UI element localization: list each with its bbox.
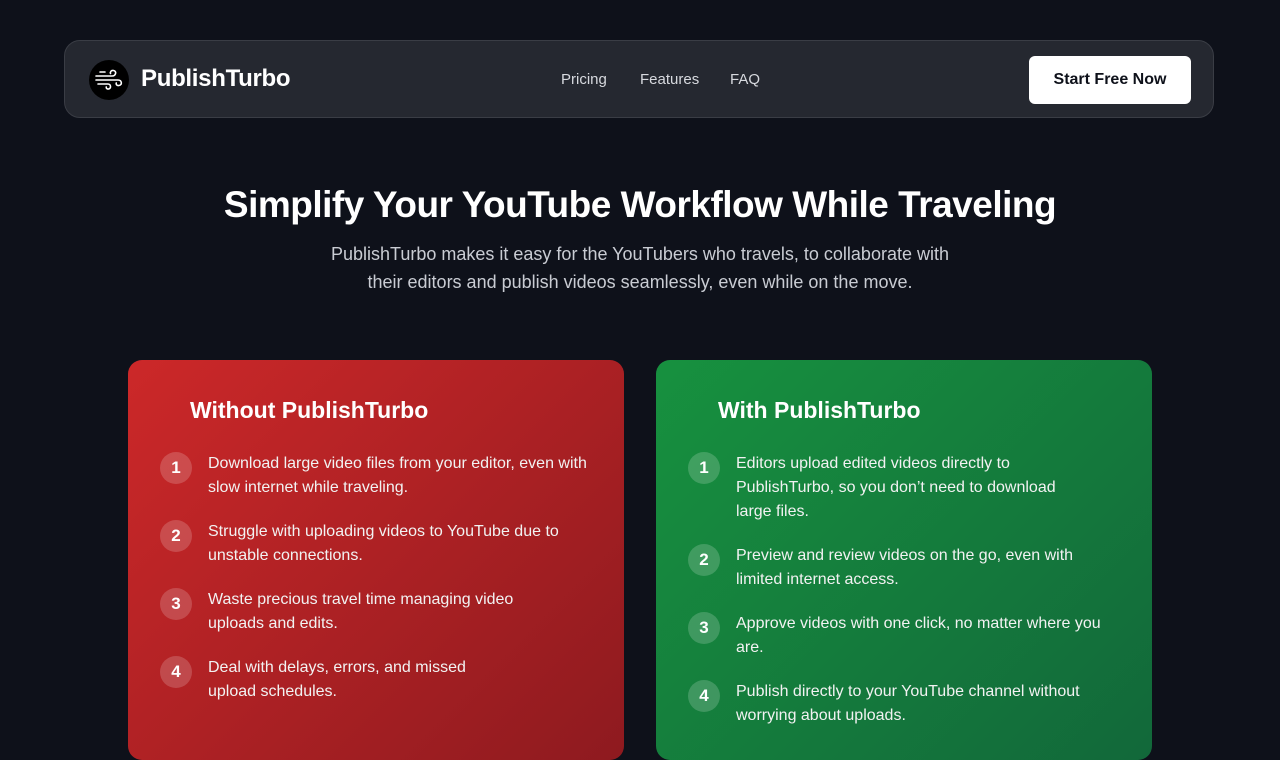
- hero-subtitle-line2: their editors and publish videos seamles…: [367, 272, 913, 292]
- brand-name[interactable]: PublishTurbo: [141, 64, 291, 94]
- with-list: 1 Editors upload edited videos directly …: [688, 452, 1116, 748]
- without-list: 1 Download large video files from your e…: [160, 452, 588, 724]
- step-number: 2: [160, 520, 192, 552]
- wind-icon[interactable]: [89, 60, 129, 100]
- list-item-text: Preview and review videos on the go, eve…: [736, 547, 1074, 588]
- list-item: 1 Editors upload edited videos directly …: [688, 452, 1116, 524]
- step-number: 1: [160, 452, 192, 484]
- list-item: 3 Waste precious travel time managing vi…: [160, 588, 588, 636]
- list-item-text: Publish directly to your YouTube channel…: [736, 683, 1080, 724]
- list-item: 4 Publish directly to your YouTube chann…: [688, 680, 1116, 728]
- top-navbar: PublishTurbo Pricing Features FAQ Start …: [64, 40, 1214, 118]
- nav-link-pricing[interactable]: Pricing: [561, 70, 607, 90]
- list-item: 2 Preview and review videos on the go, e…: [688, 544, 1116, 592]
- with-card-title: With PublishTurbo: [718, 397, 921, 423]
- list-item: 1 Download large video files from your e…: [160, 452, 588, 500]
- nav-link-features[interactable]: Features: [640, 70, 699, 90]
- with-card: With PublishTurbo 1 Editors upload edite…: [656, 360, 1152, 760]
- list-item: 4 Deal with delays, errors, and missed u…: [160, 656, 588, 704]
- step-number: 4: [160, 656, 192, 688]
- hero-subtitle-line1: PublishTurbo makes it easy for the YouTu…: [331, 244, 949, 264]
- hero-subtitle: PublishTurbo makes it easy for the YouTu…: [300, 240, 980, 296]
- without-card: Without PublishTurbo 1 Download large vi…: [128, 360, 624, 760]
- list-item-text: Struggle with uploading videos to YouTub…: [208, 523, 559, 564]
- step-number: 2: [688, 544, 720, 576]
- hero-title: Simplify Your YouTube Workflow While Tra…: [223, 184, 1057, 225]
- list-item: 2 Struggle with uploading videos to YouT…: [160, 520, 588, 568]
- list-item-text: Deal with delays, errors, and missed upl…: [208, 659, 466, 700]
- step-number: 1: [688, 452, 720, 484]
- step-number: 3: [160, 588, 192, 620]
- without-card-title: Without PublishTurbo: [190, 397, 429, 423]
- list-item-text: Download large video files from your edi…: [208, 455, 587, 496]
- step-number: 3: [688, 612, 720, 644]
- list-item-text: Editors upload edited videos directly to…: [736, 455, 1056, 520]
- start-free-button[interactable]: Start Free Now: [1029, 56, 1191, 104]
- step-number: 4: [688, 680, 720, 712]
- list-item-text: Approve videos with one click, no matter…: [736, 615, 1101, 656]
- list-item-text: Waste precious travel time managing vide…: [208, 591, 514, 632]
- nav-link-faq[interactable]: FAQ: [730, 70, 760, 90]
- list-item: 3 Approve videos with one click, no matt…: [688, 612, 1116, 660]
